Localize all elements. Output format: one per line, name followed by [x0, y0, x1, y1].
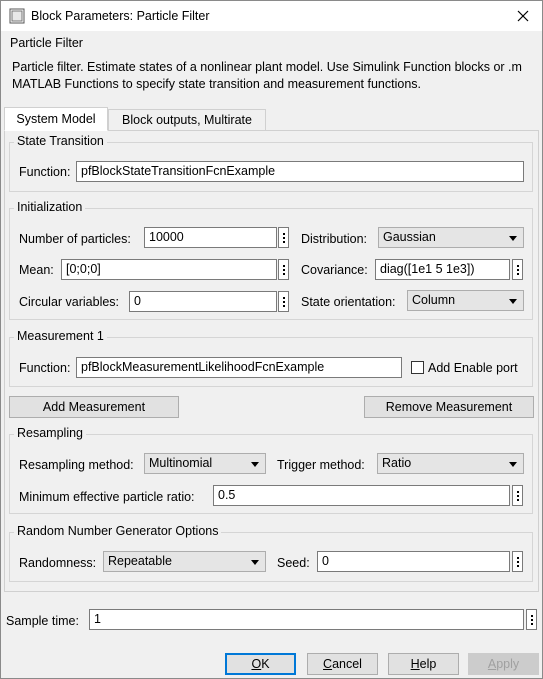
state-transition-function-label: Function: [19, 165, 71, 179]
measurement-function-label: Function: [19, 361, 71, 375]
ok-button[interactable]: OK [225, 653, 296, 675]
randomness-label: Randomness: [19, 556, 97, 570]
distribution-dropdown[interactable]: Gaussian [378, 227, 524, 248]
kebab-menu-icon[interactable] [278, 227, 289, 248]
min-particle-ratio-label: Minimum effective particle ratio: [19, 490, 195, 504]
min-particle-ratio-input[interactable]: 0.5 [213, 485, 510, 506]
chevron-down-icon [509, 462, 517, 467]
covariance-label: Covariance: [301, 263, 368, 277]
sample-time-input[interactable]: 1 [89, 609, 524, 630]
resampling-method-value: Multinomial [149, 456, 213, 470]
kebab-menu-icon[interactable] [512, 485, 523, 506]
close-icon[interactable] [512, 5, 534, 27]
state-orientation-label: State orientation: [301, 295, 396, 309]
simulink-block-icon [9, 8, 25, 24]
state-orientation-value: Column [412, 293, 456, 307]
initialization-title: Initialization [14, 200, 86, 214]
tab-system-model[interactable]: System Model [4, 107, 108, 131]
apply-button: Apply [468, 653, 539, 675]
trigger-method-label: Trigger method: [277, 458, 365, 472]
kebab-menu-icon[interactable] [512, 551, 523, 572]
apply-label-rest: pply [496, 657, 520, 671]
seed-label: Seed: [277, 556, 310, 570]
kebab-menu-icon[interactable] [278, 291, 289, 312]
remove-measurement-button[interactable]: Remove Measurement [364, 396, 534, 418]
block-description: Particle filter. Estimate states of a no… [12, 60, 522, 91]
help-mnemonic: H [410, 657, 420, 671]
seed-input[interactable]: 0 [317, 551, 510, 572]
add-enable-port-label: Add Enable port [428, 361, 518, 375]
resampling-method-label: Resampling method: [19, 458, 134, 472]
chevron-down-icon [509, 236, 517, 241]
measurement-function-input[interactable]: pfBlockMeasurementLikelihoodFcnExample [76, 357, 402, 378]
block-name-heading: Particle Filter [10, 36, 83, 50]
resampling-title: Resampling [14, 426, 87, 440]
state-orientation-dropdown[interactable]: Column [407, 290, 524, 311]
circular-variables-input[interactable]: 0 [129, 291, 277, 312]
dialog-window: Block Parameters: Particle Filter Partic… [0, 0, 543, 679]
distribution-label: Distribution: [301, 232, 367, 246]
rng-title: Random Number Generator Options [14, 524, 222, 538]
kebab-menu-icon[interactable] [278, 259, 289, 280]
covariance-input[interactable]: diag([1e1 5 1e3]) [375, 259, 510, 280]
num-particles-input[interactable]: 10000 [144, 227, 277, 248]
add-measurement-button[interactable]: Add Measurement [9, 396, 179, 418]
mean-label: Mean: [19, 263, 54, 277]
cancel-mnemonic: C [323, 657, 333, 671]
kebab-menu-icon[interactable] [526, 609, 537, 630]
chevron-down-icon [251, 462, 259, 467]
circular-variables-label: Circular variables: [19, 295, 120, 309]
add-enable-port-checkbox[interactable] [411, 361, 424, 374]
state-transition-function-input[interactable]: pfBlockStateTransitionFcnExample [76, 161, 524, 182]
ok-mnemonic: O [251, 657, 262, 671]
apply-mnemonic: A [487, 657, 497, 671]
tab-block-outputs-multirate[interactable]: Block outputs, Multirate [108, 109, 266, 131]
help-button[interactable]: Help [388, 653, 459, 675]
ok-label-rest: K [261, 657, 270, 671]
sample-time-label: Sample time: [6, 614, 79, 628]
cancel-label-rest: ancel [332, 657, 362, 671]
num-particles-label: Number of particles: [19, 232, 131, 246]
cancel-button[interactable]: Cancel [307, 653, 378, 675]
chevron-down-icon [509, 299, 517, 304]
distribution-value: Gaussian [383, 230, 436, 244]
state-transition-title: State Transition [14, 134, 107, 148]
measurement-title: Measurement 1 [14, 329, 107, 343]
randomness-value: Repeatable [108, 554, 172, 568]
chevron-down-icon [251, 560, 259, 565]
mean-input[interactable]: [0;0;0] [61, 259, 277, 280]
window-title: Block Parameters: Particle Filter [31, 9, 210, 23]
resampling-method-dropdown[interactable]: Multinomial [144, 453, 266, 474]
help-label-rest: elp [419, 657, 437, 671]
title-bar: Block Parameters: Particle Filter [1, 1, 542, 31]
trigger-method-dropdown[interactable]: Ratio [377, 453, 524, 474]
randomness-dropdown[interactable]: Repeatable [103, 551, 266, 572]
kebab-menu-icon[interactable] [512, 259, 523, 280]
trigger-method-value: Ratio [382, 456, 412, 470]
